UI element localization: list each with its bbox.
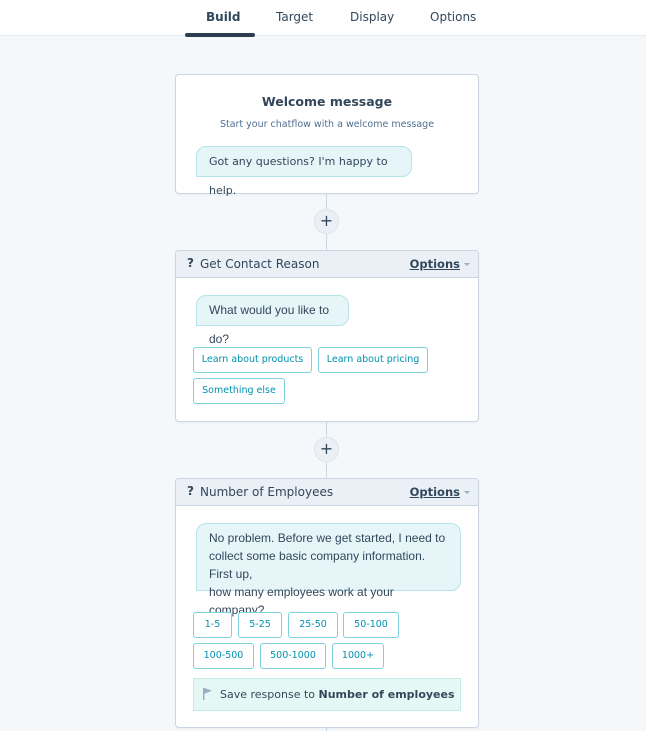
save-response-prefix: Save response to	[220, 688, 319, 701]
top-navigation: Build Target Display Options	[0, 0, 646, 37]
caret-down-icon[interactable]	[464, 263, 470, 266]
add-step-button[interactable]: +	[314, 437, 339, 462]
tab-build[interactable]: Build	[206, 10, 241, 24]
tab-display[interactable]: Display	[350, 10, 394, 24]
get-contact-reason-card[interactable]: ? Get Contact Reason Options What would …	[175, 250, 479, 422]
card-header: ? Number of Employees Options	[176, 479, 478, 506]
choice-button[interactable]: 1-5	[193, 612, 232, 638]
choice-button[interactable]: 5-25	[238, 612, 282, 638]
bot-message-bubble[interactable]: No problem. Before we get started, I nee…	[196, 523, 461, 617]
card-header: ? Get Contact Reason Options	[176, 251, 478, 278]
question-icon: ?	[187, 256, 194, 270]
choice-button[interactable]: Something else	[193, 378, 285, 404]
save-response-banner[interactable]: Save response to Number of employees	[193, 678, 461, 711]
choice-button[interactable]: 1000+	[332, 643, 384, 669]
choice-button[interactable]: 100-500	[193, 643, 254, 669]
options-dropdown[interactable]: Options	[410, 257, 460, 271]
message-line: collect some basic company information. …	[209, 549, 426, 581]
save-response-property: Number of employees	[318, 688, 455, 701]
welcome-message-bubble[interactable]: Got any questions? I'm happy to help.	[196, 146, 412, 197]
options-dropdown[interactable]: Options	[410, 485, 460, 499]
choice-button[interactable]: 25-50	[288, 612, 338, 638]
message-line: No problem. Before we get started, I nee…	[209, 531, 446, 545]
welcome-title: Welcome message	[261, 94, 393, 109]
choice-button[interactable]: Learn about pricing	[318, 347, 428, 373]
choice-button[interactable]: Learn about products	[193, 347, 312, 373]
caret-down-icon[interactable]	[464, 491, 470, 494]
tab-target[interactable]: Target	[276, 10, 313, 24]
welcome-subtitle: Start your chatflow with a welcome messa…	[219, 119, 435, 130]
card-title: Get Contact Reason	[200, 257, 320, 271]
flag-icon	[203, 688, 212, 700]
card-title: Number of Employees	[200, 485, 334, 499]
choice-button[interactable]: 50-100	[343, 612, 399, 638]
question-icon: ?	[187, 484, 194, 498]
choice-button[interactable]: 500-1000	[260, 643, 326, 669]
bot-message-bubble[interactable]: What would you like to do?	[196, 295, 349, 346]
active-tab-indicator	[185, 33, 255, 37]
plus-icon: +	[319, 211, 334, 230]
tab-options[interactable]: Options	[430, 10, 476, 24]
welcome-message-card[interactable]: Welcome message Start your chatflow with…	[175, 74, 479, 197]
add-step-button[interactable]: +	[314, 209, 339, 234]
number-of-employees-card[interactable]: ? Number of Employees Options No problem…	[175, 478, 479, 728]
plus-icon: +	[319, 439, 334, 458]
